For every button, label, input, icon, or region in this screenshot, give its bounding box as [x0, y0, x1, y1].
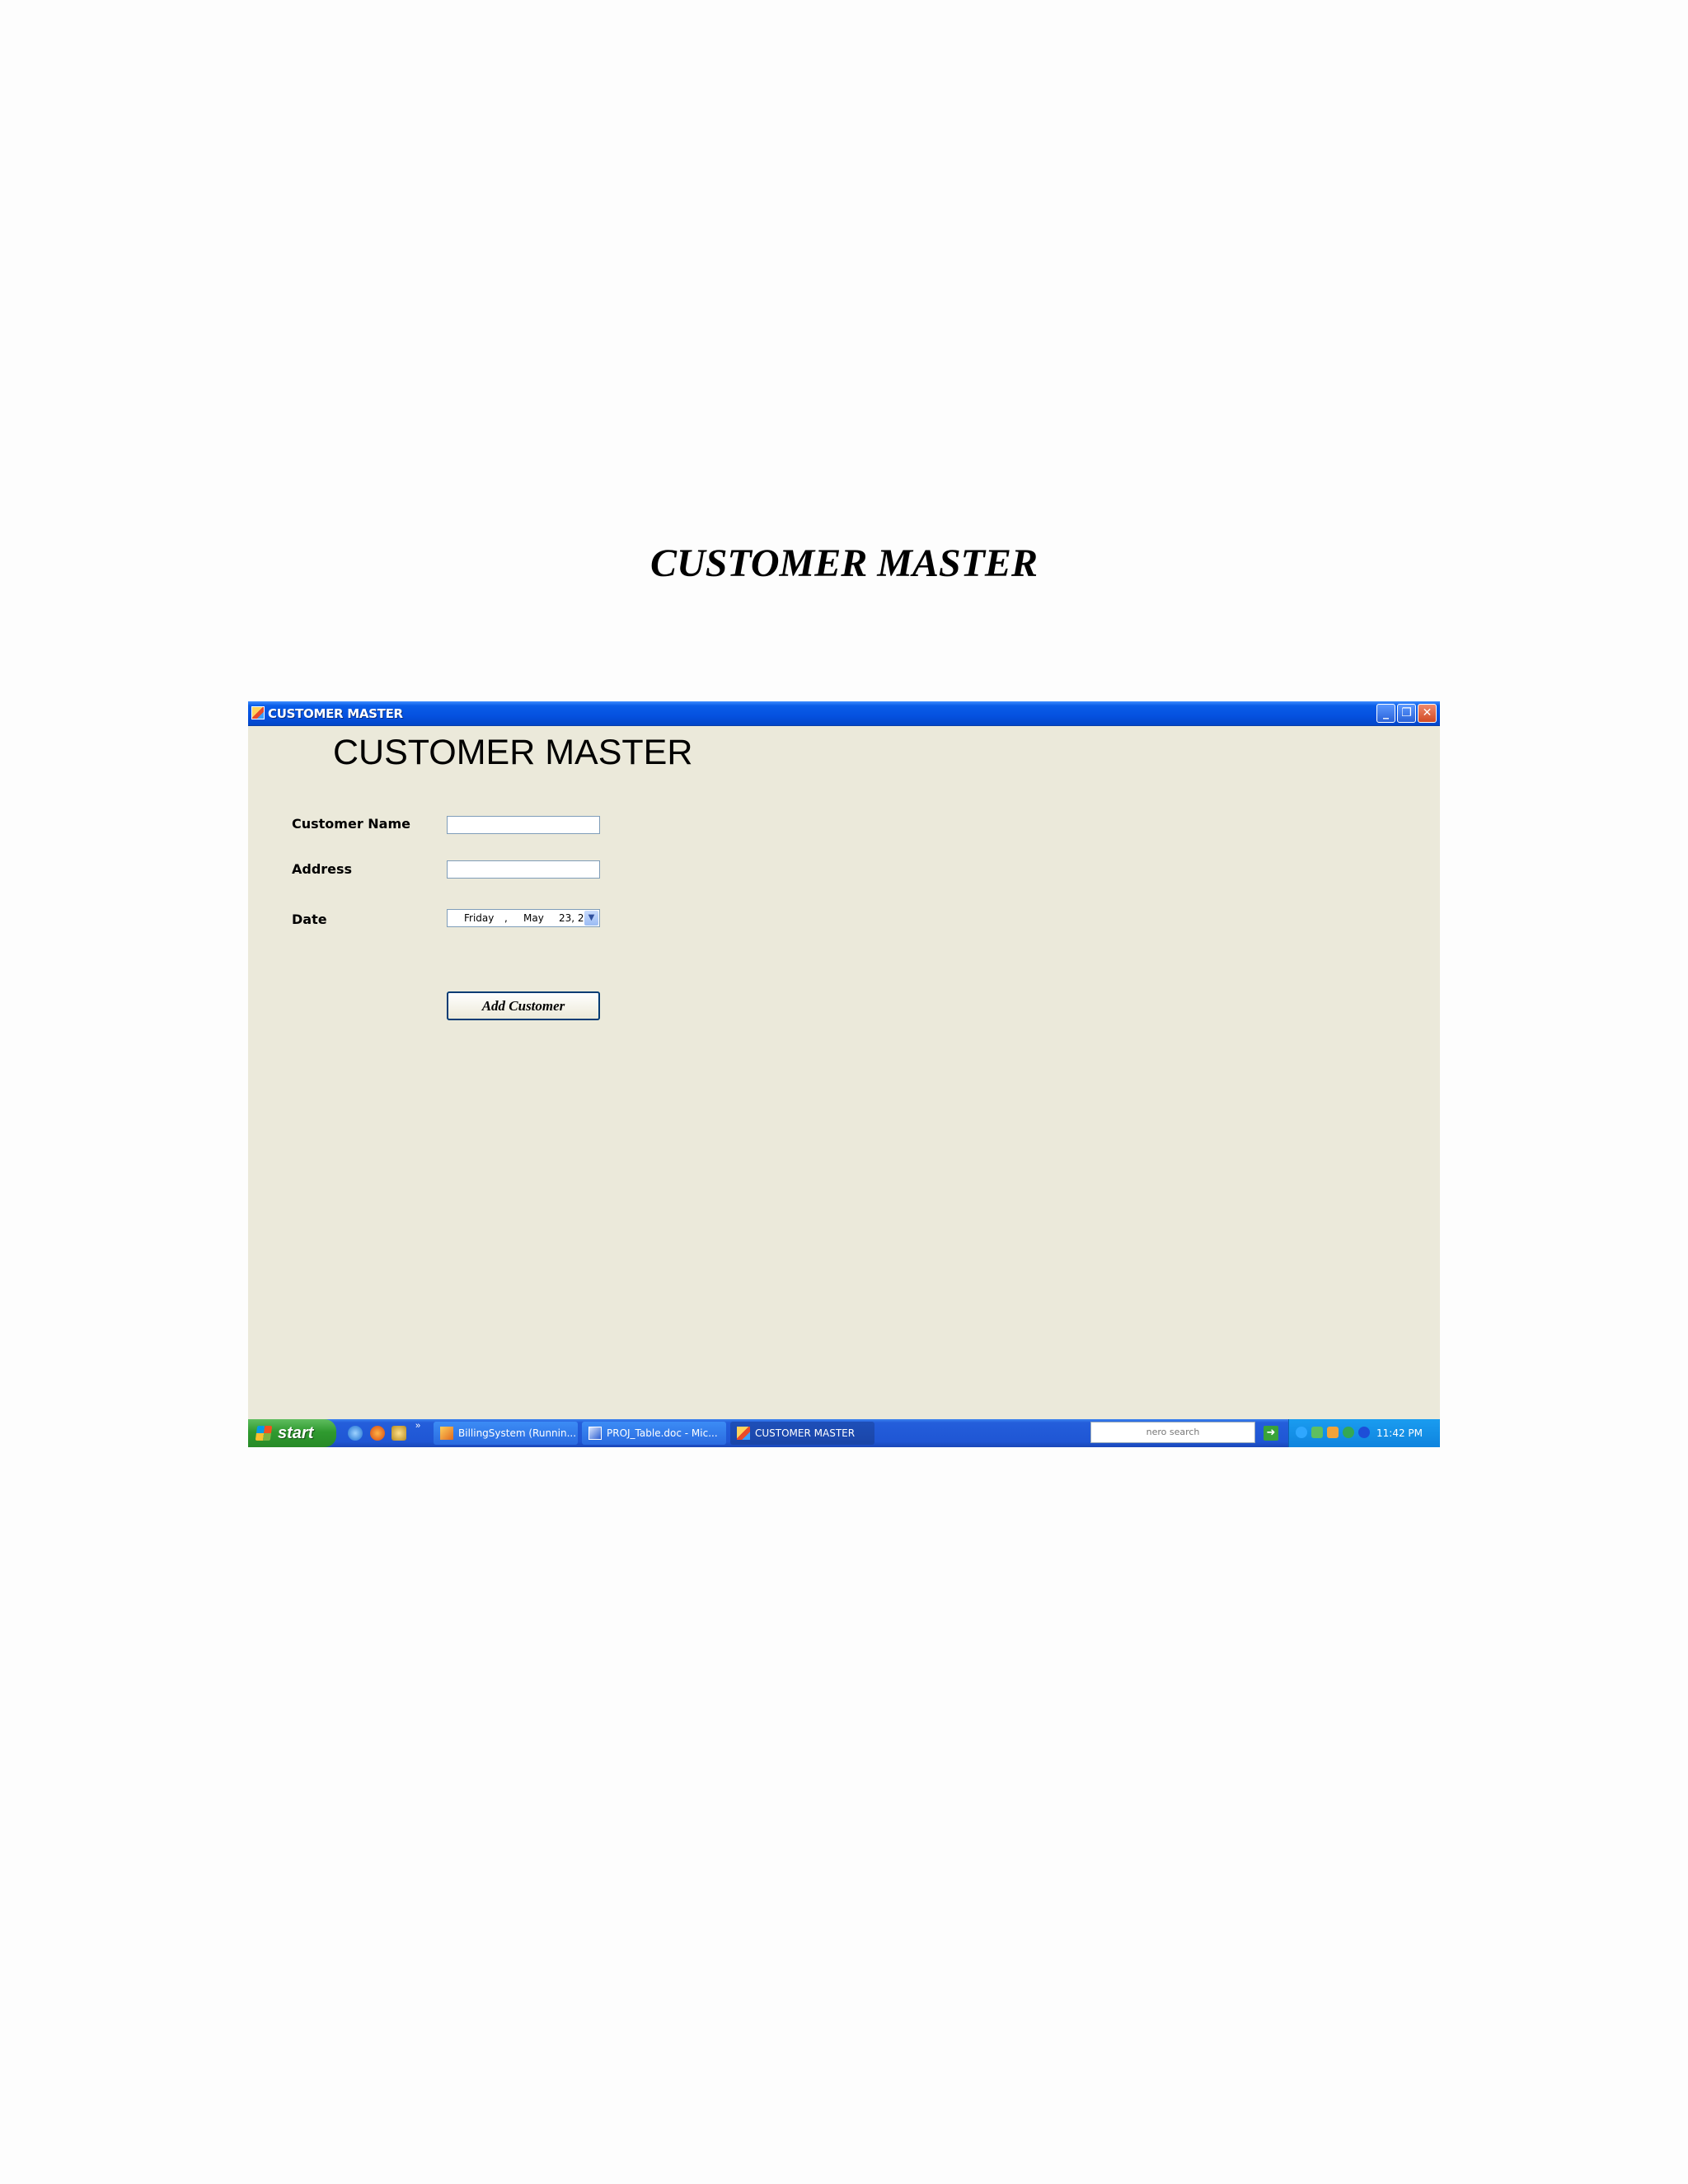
close-button[interactable]: ✕ — [1418, 704, 1437, 723]
start-button[interactable]: start — [248, 1419, 336, 1447]
ie-icon[interactable] — [348, 1426, 363, 1441]
maximize-button[interactable]: ❐ — [1397, 704, 1416, 723]
address-label: Address — [292, 861, 353, 877]
task-label: CUSTOMER MASTER — [755, 1427, 856, 1439]
window-titlebar[interactable]: CUSTOMER MASTER _ ❐ ✕ — [248, 701, 1440, 726]
customer-name-input[interactable] — [447, 816, 600, 834]
task-label: BillingSystem (Runnin... — [458, 1427, 577, 1439]
tray-app-icon[interactable] — [1343, 1427, 1354, 1438]
date-month[interactable]: May — [523, 912, 544, 924]
screenshot-window: CUSTOMER MASTER _ ❐ ✕ CUSTOMER MASTER Cu… — [248, 701, 1440, 1447]
task-app-icon — [440, 1427, 453, 1440]
task-label: PROJ_Table.doc - Mic... — [607, 1427, 718, 1439]
tray-app-icon[interactable] — [1327, 1427, 1339, 1438]
search-go-button[interactable]: ➜ — [1264, 1426, 1278, 1441]
date-label: Date — [292, 912, 327, 927]
window-title: CUSTOMER MASTER — [268, 706, 403, 721]
word-doc-icon — [588, 1427, 602, 1440]
network-icon[interactable] — [1296, 1427, 1307, 1438]
start-label: start — [278, 1424, 314, 1442]
add-customer-button[interactable]: Add Customer — [447, 991, 600, 1020]
firefox-icon[interactable] — [370, 1426, 385, 1441]
address-input[interactable] — [447, 860, 600, 879]
date-day-name[interactable]: Friday — [464, 912, 494, 924]
clock[interactable]: 11:42 PM — [1376, 1419, 1423, 1447]
taskbar-item-proj-table[interactable]: PROJ_Table.doc - Mic... — [582, 1422, 726, 1445]
app-icon — [737, 1427, 750, 1440]
dropdown-arrow-icon[interactable]: ▼ — [584, 911, 598, 926]
tray-app-icon[interactable] — [1311, 1427, 1323, 1438]
nero-search-input[interactable]: nero search — [1090, 1422, 1255, 1443]
taskbar-item-billingsystem[interactable]: BillingSystem (Runnin... — [434, 1422, 578, 1445]
bluetooth-icon[interactable] — [1358, 1427, 1370, 1438]
minimize-button[interactable]: _ — [1376, 704, 1395, 723]
document-heading: CUSTOMER MASTER — [650, 541, 1038, 585]
date-separator: , — [504, 912, 508, 924]
form-title: CUSTOMER MASTER — [333, 733, 693, 772]
app-icon[interactable] — [251, 706, 265, 719]
date-day-year[interactable]: 23, 2 — [559, 912, 584, 924]
taskbar: start » BillingSystem (Runnin... PROJ_Ta… — [248, 1419, 1440, 1447]
taskbar-item-customer-master[interactable]: CUSTOMER MASTER — [730, 1422, 874, 1445]
windows-flag-icon — [255, 1426, 273, 1441]
quicklaunch-more-button[interactable]: » — [415, 1421, 420, 1431]
customer-name-label: Customer Name — [292, 816, 410, 832]
system-tray: 11:42 PM — [1288, 1419, 1440, 1447]
date-picker[interactable]: Friday , May 23, 2 ▼ — [447, 909, 600, 927]
quicklaunch-icon[interactable] — [392, 1426, 406, 1441]
